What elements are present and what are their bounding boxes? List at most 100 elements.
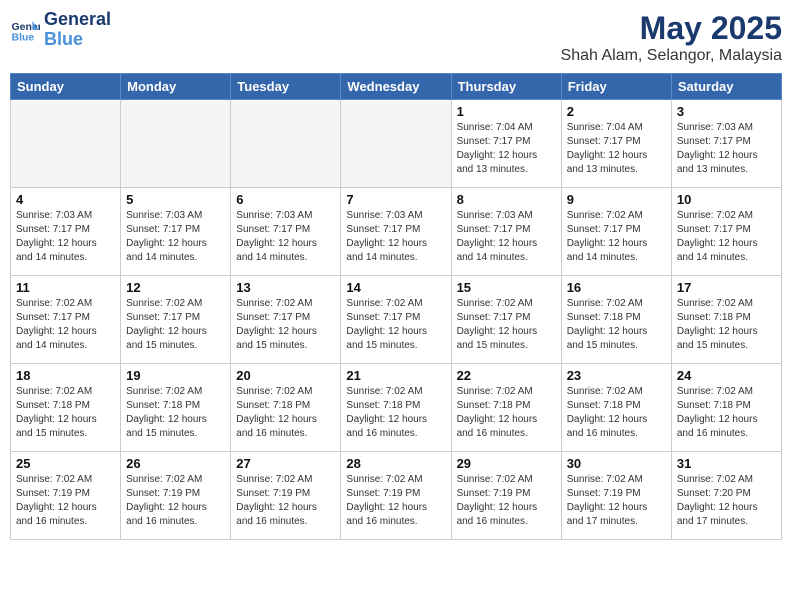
day-info: Sunrise: 7:02 AMSunset: 7:17 PMDaylight:…: [567, 209, 666, 265]
calendar-cell: 20Sunrise: 7:02 AMSunset: 7:18 PMDayligh…: [231, 364, 341, 452]
calendar-cell: 7 Sunrise: 7:03 AMSunset: 7:17 PMDaylight…: [341, 188, 451, 276]
day-info: Sunrise: 7:03 AMSunset: 7:17 PMDaylight:…: [16, 209, 115, 265]
svg-text:Blue: Blue: [12, 31, 35, 43]
calendar-week-1: 1 Sunrise: 7:04 AMSunset: 7:17 PMDaylight…: [11, 100, 782, 188]
calendar-cell: 16 Sunrise: 7:02 AMSunset: 7:18 PMDayligh…: [561, 276, 671, 364]
calendar-cell: 25 Sunrise: 7:02 AMSunset: 7:19 PMDayligh…: [11, 452, 121, 540]
day-info: Sunrise: 7:02 AMSunset: 7:18 PMDaylight:…: [567, 297, 666, 353]
day-number: 4: [16, 192, 115, 207]
day-number: 12: [126, 280, 225, 295]
day-info: Sunrise: 7:02 AMSunset: 7:17 PMDaylight:…: [457, 297, 556, 353]
day-number: 14: [346, 280, 445, 295]
day-number: 10: [677, 192, 776, 207]
calendar-cell: 13Sunrise: 7:02 AMSunset: 7:17 PMDayligh…: [231, 276, 341, 364]
calendar-week-3: 11 Sunrise: 7:02 AMSunset: 7:17 PMDayligh…: [11, 276, 782, 364]
day-number: 8: [457, 192, 556, 207]
day-number: 6: [236, 192, 335, 207]
calendar-cell: 12 Sunrise: 7:02 AMSunset: 7:17 PMDayligh…: [121, 276, 231, 364]
calendar-cell: [341, 100, 451, 188]
page-header: General Blue GeneralBlue May 2025 Shah A…: [10, 10, 782, 65]
day-info: Sunrise: 7:02 AMSunset: 7:18 PMDaylight:…: [677, 297, 776, 353]
day-info: Sunrise: 7:02 AMSunset: 7:20 PMDaylight:…: [677, 473, 776, 529]
day-info: Sunrise: 7:02 AMSunset: 7:18 PMDaylight:…: [567, 385, 666, 441]
weekday-header-saturday: Saturday: [671, 74, 781, 100]
day-number: 2: [567, 104, 666, 119]
day-info: Sunrise: 7:03 AMSunset: 7:17 PMDaylight:…: [346, 209, 445, 265]
calendar-cell: 26 Sunrise: 7:02 AMSunset: 7:19 PMDayligh…: [121, 452, 231, 540]
calendar-cell: 23 Sunrise: 7:02 AMSunset: 7:18 PMDayligh…: [561, 364, 671, 452]
calendar-cell: 4 Sunrise: 7:03 AMSunset: 7:17 PMDaylight…: [11, 188, 121, 276]
calendar-cell: 28 Sunrise: 7:02 AMSunset: 7:19 PMDayligh…: [341, 452, 451, 540]
day-info: Sunrise: 7:04 AMSunset: 7:17 PMDaylight:…: [567, 121, 666, 177]
location-title: Shah Alam, Selangor, Malaysia: [561, 47, 782, 65]
day-number: 27: [236, 456, 335, 471]
day-number: 26: [126, 456, 225, 471]
day-info: Sunrise: 7:03 AMSunset: 7:17 PMDaylight:…: [126, 209, 225, 265]
day-info: Sunrise: 7:03 AMSunset: 7:17 PMDaylight:…: [457, 209, 556, 265]
calendar-cell: 11 Sunrise: 7:02 AMSunset: 7:17 PMDayligh…: [11, 276, 121, 364]
day-info: Sunrise: 7:02 AMSunset: 7:17 PMDaylight:…: [677, 209, 776, 265]
day-info: Sunrise: 7:02 AMSunset: 7:19 PMDaylight:…: [346, 473, 445, 529]
weekday-header-wednesday: Wednesday: [341, 74, 451, 100]
day-number: 5: [126, 192, 225, 207]
calendar-cell: 9 Sunrise: 7:02 AMSunset: 7:17 PMDaylight…: [561, 188, 671, 276]
day-number: 25: [16, 456, 115, 471]
calendar-cell: 2 Sunrise: 7:04 AMSunset: 7:17 PMDaylight…: [561, 100, 671, 188]
day-info: Sunrise: 7:02 AMSunset: 7:17 PMDaylight:…: [16, 297, 115, 353]
calendar-cell: 1Sunrise: 7:04 AMSunset: 7:17 PMDaylight…: [451, 100, 561, 188]
month-title: May 2025: [561, 10, 782, 47]
day-number: 13: [236, 280, 335, 295]
day-info: Sunrise: 7:02 AMSunset: 7:19 PMDaylight:…: [16, 473, 115, 529]
calendar-week-2: 4 Sunrise: 7:03 AMSunset: 7:17 PMDaylight…: [11, 188, 782, 276]
weekday-header-monday: Monday: [121, 74, 231, 100]
day-number: 22: [457, 368, 556, 383]
calendar-cell: 30Sunrise: 7:02 AMSunset: 7:19 PMDayligh…: [561, 452, 671, 540]
day-info: Sunrise: 7:02 AMSunset: 7:19 PMDaylight:…: [457, 473, 556, 529]
day-number: 28: [346, 456, 445, 471]
calendar-cell: [231, 100, 341, 188]
day-info: Sunrise: 7:02 AMSunset: 7:19 PMDaylight:…: [236, 473, 335, 529]
calendar-cell: 8 Sunrise: 7:03 AMSunset: 7:17 PMDaylight…: [451, 188, 561, 276]
day-number: 1: [457, 104, 556, 119]
calendar-cell: 24Sunrise: 7:02 AMSunset: 7:18 PMDayligh…: [671, 364, 781, 452]
calendar-week-4: 18Sunrise: 7:02 AMSunset: 7:18 PMDayligh…: [11, 364, 782, 452]
calendar-cell: 17 Sunrise: 7:02 AMSunset: 7:18 PMDayligh…: [671, 276, 781, 364]
day-info: Sunrise: 7:02 AMSunset: 7:18 PMDaylight:…: [346, 385, 445, 441]
day-number: 7: [346, 192, 445, 207]
calendar-cell: [11, 100, 121, 188]
day-number: 9: [567, 192, 666, 207]
title-block: May 2025 Shah Alam, Selangor, Malaysia: [561, 10, 782, 65]
calendar-cell: 27 Sunrise: 7:02 AMSunset: 7:19 PMDayligh…: [231, 452, 341, 540]
calendar-table: SundayMondayTuesdayWednesdayThursdayFrid…: [10, 73, 782, 540]
day-number: 16: [567, 280, 666, 295]
day-number: 31: [677, 456, 776, 471]
day-number: 19: [126, 368, 225, 383]
day-number: 23: [567, 368, 666, 383]
day-info: Sunrise: 7:02 AMSunset: 7:18 PMDaylight:…: [236, 385, 335, 441]
day-info: Sunrise: 7:02 AMSunset: 7:17 PMDaylight:…: [126, 297, 225, 353]
day-info: Sunrise: 7:03 AMSunset: 7:17 PMDaylight:…: [236, 209, 335, 265]
logo-text: GeneralBlue: [44, 10, 111, 50]
weekday-header-sunday: Sunday: [11, 74, 121, 100]
day-info: Sunrise: 7:02 AMSunset: 7:17 PMDaylight:…: [346, 297, 445, 353]
calendar-cell: [121, 100, 231, 188]
calendar-cell: 22 Sunrise: 7:02 AMSunset: 7:18 PMDayligh…: [451, 364, 561, 452]
weekday-header-thursday: Thursday: [451, 74, 561, 100]
day-info: Sunrise: 7:02 AMSunset: 7:19 PMDaylight:…: [126, 473, 225, 529]
logo: General Blue GeneralBlue: [10, 10, 111, 50]
day-number: 11: [16, 280, 115, 295]
calendar-cell: 3 Sunrise: 7:03 AMSunset: 7:17 PMDaylight…: [671, 100, 781, 188]
logo-icon: General Blue: [10, 15, 40, 45]
day-number: 30: [567, 456, 666, 471]
weekday-header-tuesday: Tuesday: [231, 74, 341, 100]
day-number: 21: [346, 368, 445, 383]
day-number: 3: [677, 104, 776, 119]
calendar-cell: 18Sunrise: 7:02 AMSunset: 7:18 PMDayligh…: [11, 364, 121, 452]
day-info: Sunrise: 7:03 AMSunset: 7:17 PMDaylight:…: [677, 121, 776, 177]
day-info: Sunrise: 7:02 AMSunset: 7:18 PMDaylight:…: [457, 385, 556, 441]
day-number: 17: [677, 280, 776, 295]
calendar-cell: 19Sunrise: 7:02 AMSunset: 7:18 PMDayligh…: [121, 364, 231, 452]
calendar-cell: 31 Sunrise: 7:02 AMSunset: 7:20 PMDayligh…: [671, 452, 781, 540]
day-number: 24: [677, 368, 776, 383]
calendar-cell: 5 Sunrise: 7:03 AMSunset: 7:17 PMDaylight…: [121, 188, 231, 276]
